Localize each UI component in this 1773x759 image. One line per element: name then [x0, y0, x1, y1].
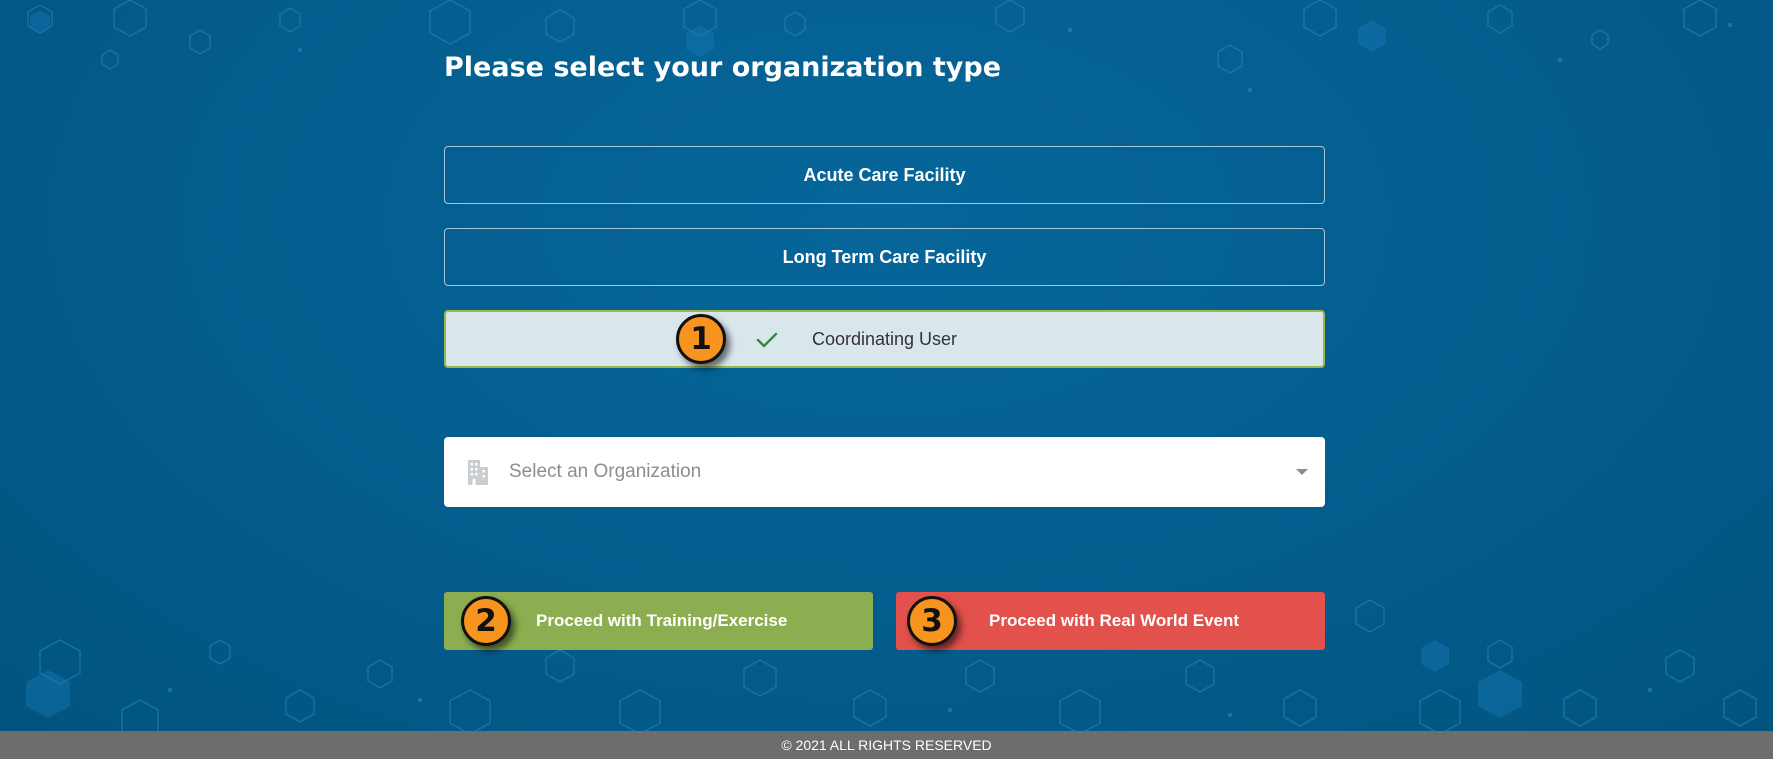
organization-select[interactable]: Select an Organization: [444, 437, 1325, 507]
proceed-real-world-button[interactable]: Proceed with Real World Event: [896, 592, 1325, 650]
page-title: Please select your organization type: [444, 52, 1002, 83]
step-badge-2: 2: [461, 596, 511, 646]
button-label: Proceed with Real World Event: [989, 611, 1240, 630]
footer-copyright: © 2021 ALL RIGHTS RESERVED: [0, 731, 1773, 759]
chevron-down-icon[interactable]: [1295, 467, 1309, 477]
option-coordinating-user[interactable]: Coordinating User: [444, 310, 1325, 368]
step-badge-1: 1: [676, 314, 726, 364]
button-label: Proceed with Training/Exercise: [536, 611, 788, 630]
checkmark-icon: [756, 332, 778, 348]
option-long-term-care-facility[interactable]: Long Term Care Facility: [444, 228, 1325, 286]
select-placeholder: Select an Organization: [509, 461, 702, 482]
option-label: Long Term Care Facility: [782, 246, 987, 267]
option-label: Acute Care Facility: [803, 164, 966, 185]
building-icon: [468, 460, 488, 485]
option-acute-care-facility[interactable]: Acute Care Facility: [444, 146, 1325, 204]
option-label: Coordinating User: [811, 328, 958, 349]
step-badge-3: 3: [907, 596, 957, 646]
